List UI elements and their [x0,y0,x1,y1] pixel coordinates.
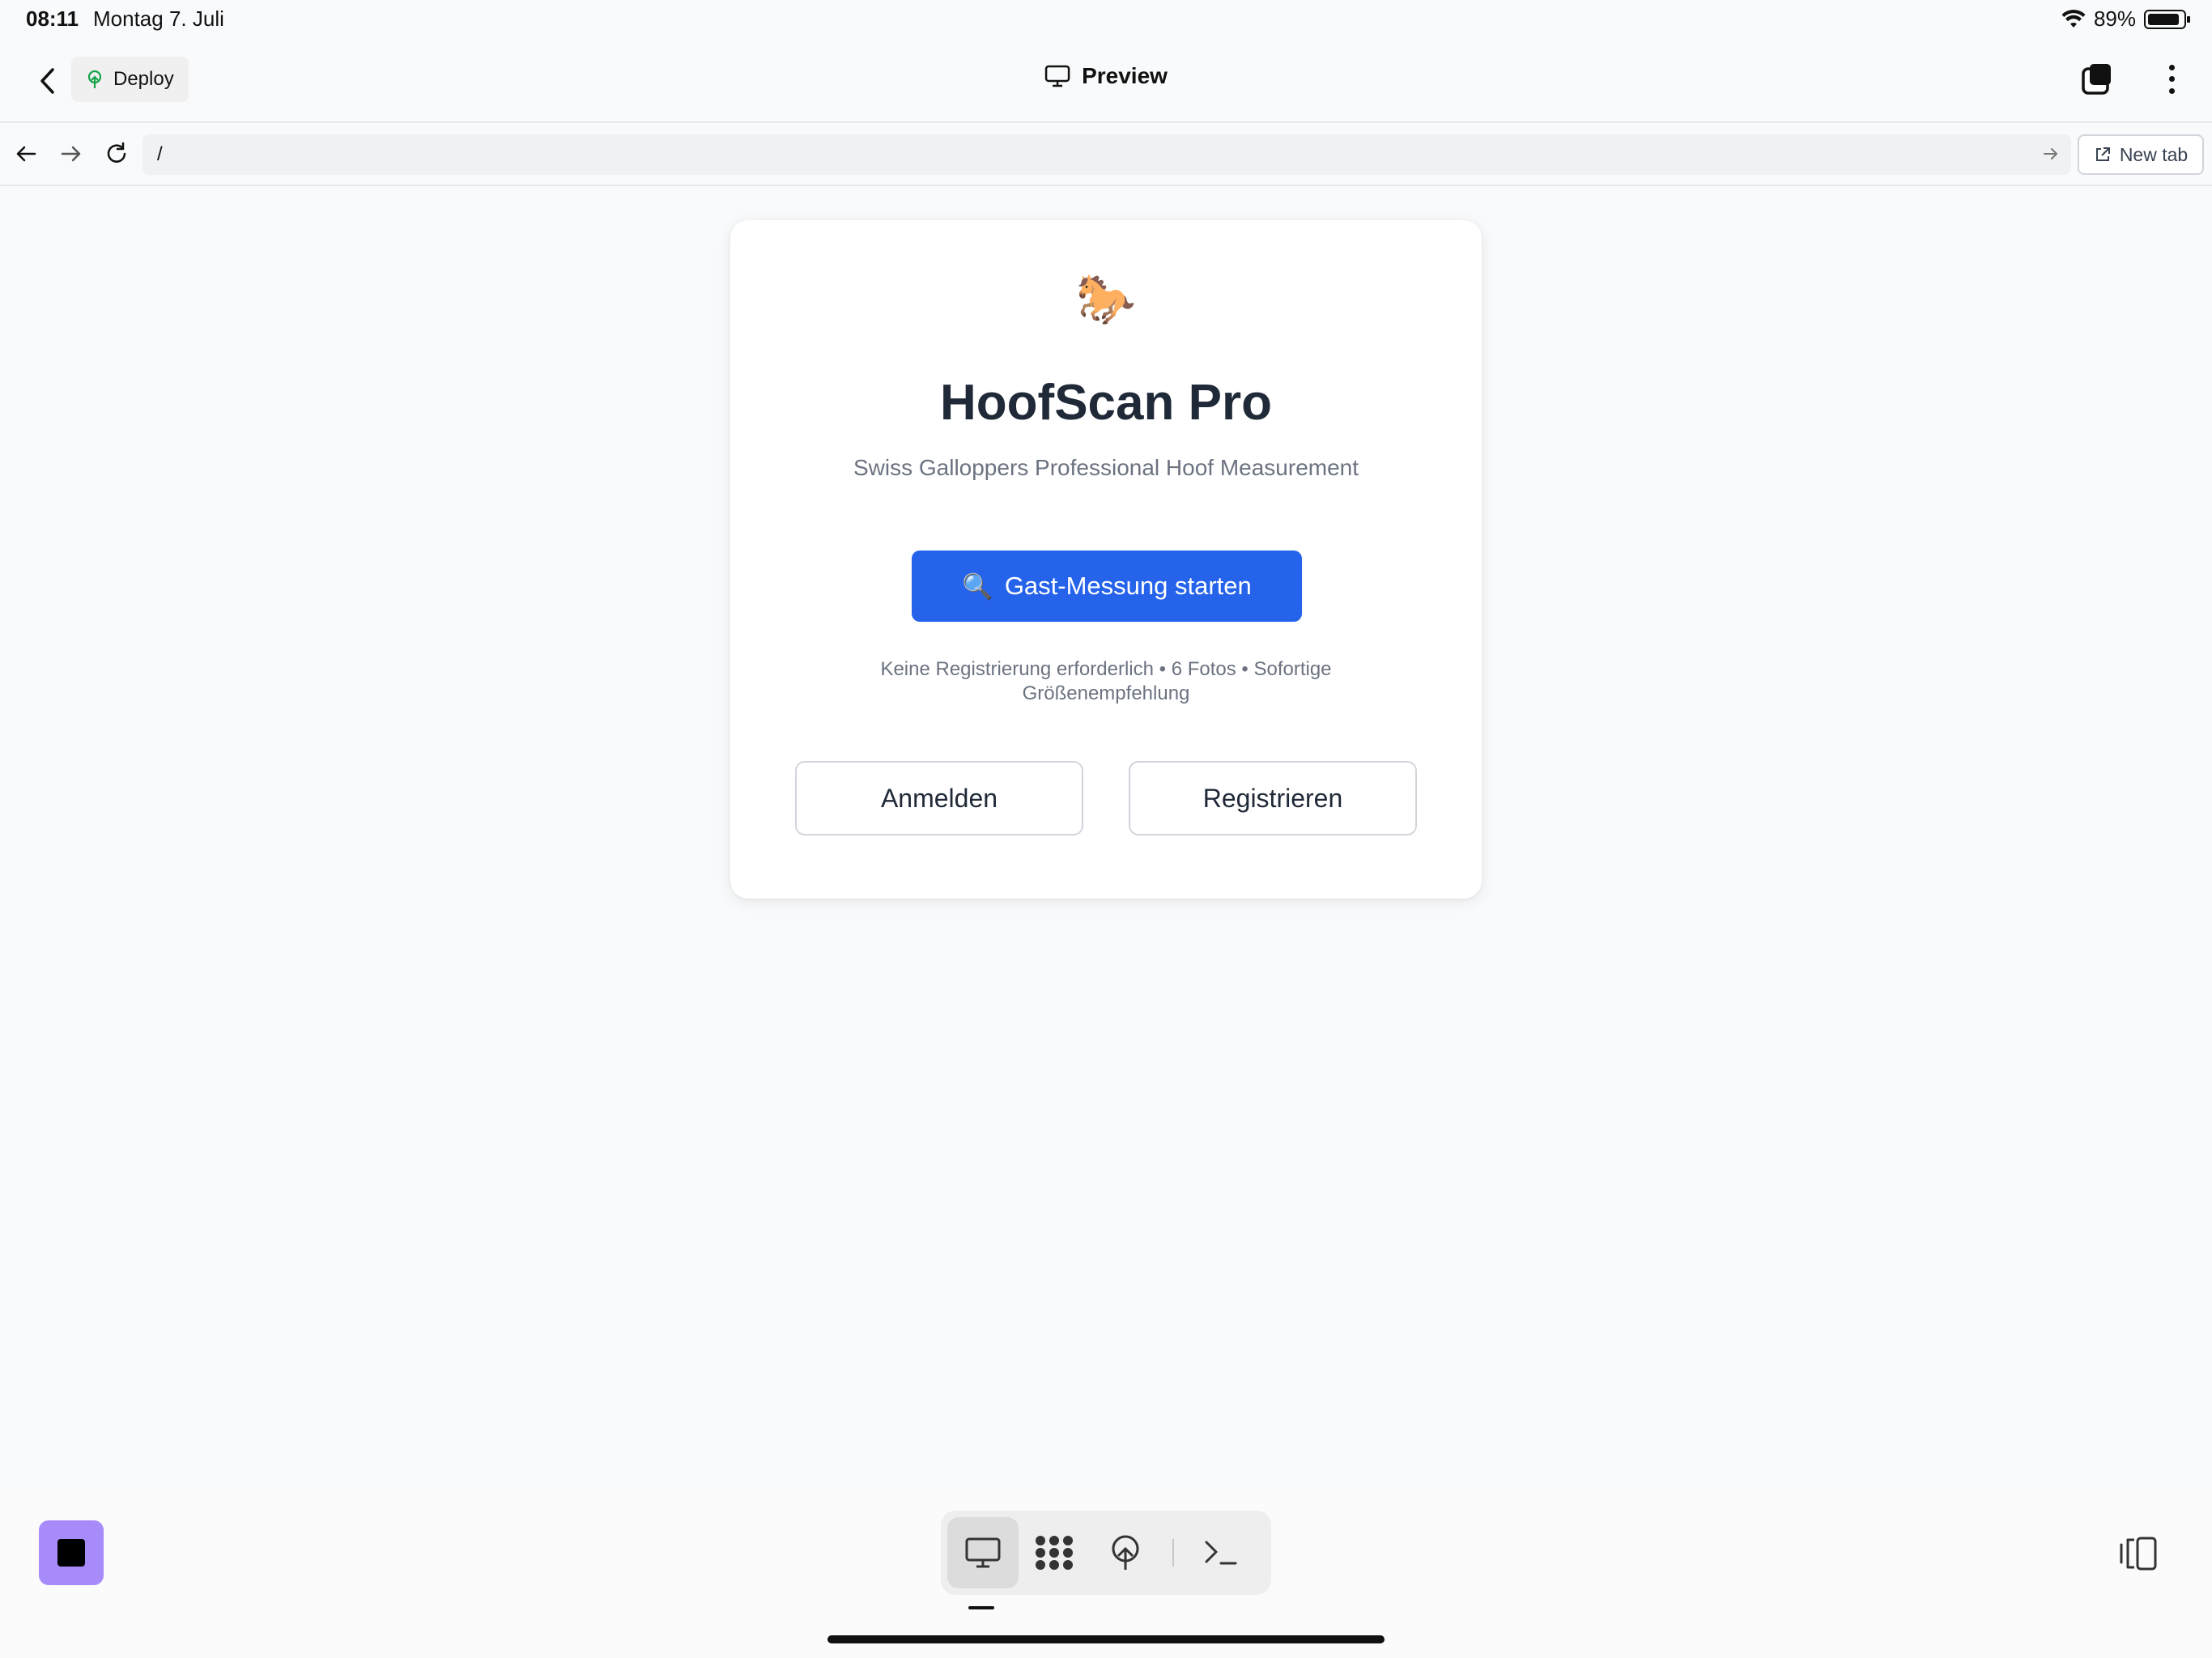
app-header: Deploy Preview [0,39,2212,123]
deploy-button[interactable]: Deploy [71,57,189,102]
side-panel-button[interactable] [2118,1535,2160,1572]
register-button[interactable]: Registrieren [1129,761,1417,835]
monitor-icon [1044,65,1070,87]
chevron-left-icon [40,68,54,94]
preview-tab[interactable] [947,1517,1019,1588]
external-link-icon [2095,147,2110,161]
horse-logo-icon: 🐎 [1075,272,1137,326]
deploy-label: Deploy [113,68,174,90]
workspace-tab[interactable] [1019,1517,1090,1588]
terminal-icon [1205,1541,1237,1565]
welcome-card: 🐎 HoofScan Pro Swiss Galloppers Professi… [730,220,1482,899]
app-title: HoofScan Pro [940,375,1272,431]
more-options-icon[interactable] [2163,62,2180,97]
nav-back-button[interactable] [11,139,40,168]
new-tab-button[interactable]: New tab [2078,134,2204,175]
page-title-label: Preview [1082,63,1168,88]
terminal-tab[interactable] [1185,1517,1257,1588]
guest-measurement-label: Gast-Messung starten [1004,572,1252,600]
wifi-icon [2061,9,2086,28]
stop-button[interactable] [39,1520,104,1585]
bottom-toolbar [0,1486,2212,1658]
home-indicator [827,1635,1385,1643]
new-tab-label: New tab [2119,143,2189,165]
arrow-left-icon [16,146,36,162]
battery-icon [2144,9,2190,29]
url-bar: / New tab [0,123,2212,186]
guest-measurement-button[interactable]: 🔍 Gast-Messung starten [912,551,1302,622]
tabs-icon [2082,64,2111,95]
guest-info-text: Keine Registrierung erforderlich • 6 Fot… [880,658,1332,704]
deploy-icon [1112,1535,1139,1570]
workspace-icon [1036,1536,1073,1570]
battery-percent: 89% [2093,6,2136,31]
app-subtitle: Swiss Galloppers Professional Hoof Measu… [853,455,1359,480]
side-panel-icon [2120,1537,2157,1571]
url-text: / [157,143,163,165]
monitor-icon [965,1537,1001,1568]
view-switcher [941,1511,1271,1595]
reload-button[interactable] [102,139,131,168]
toolbar-divider [1172,1539,1174,1567]
back-button[interactable] [31,65,63,97]
stop-icon [57,1539,85,1567]
active-tab-indicator [968,1606,994,1609]
deploy-tab[interactable] [1090,1517,1161,1588]
status-indicators: 89% [2061,6,2190,32]
deploy-icon [87,70,102,88]
nav-forward-button[interactable] [57,139,86,168]
status-time: 08:11 [26,6,79,31]
tabs-button[interactable] [2079,62,2115,97]
go-arrow-icon[interactable] [2042,145,2060,163]
login-button[interactable]: Anmelden [795,761,1083,835]
page-title: Preview [1044,63,1168,89]
magnifier-icon: 🔍 [962,572,993,601]
url-input[interactable]: / [143,134,2071,175]
arrow-right-icon [61,146,81,162]
reload-icon [107,142,126,163]
status-date: Montag 7. Juli [93,6,224,31]
status-bar: 08:11 Montag 7. Juli 89% [0,0,2212,39]
